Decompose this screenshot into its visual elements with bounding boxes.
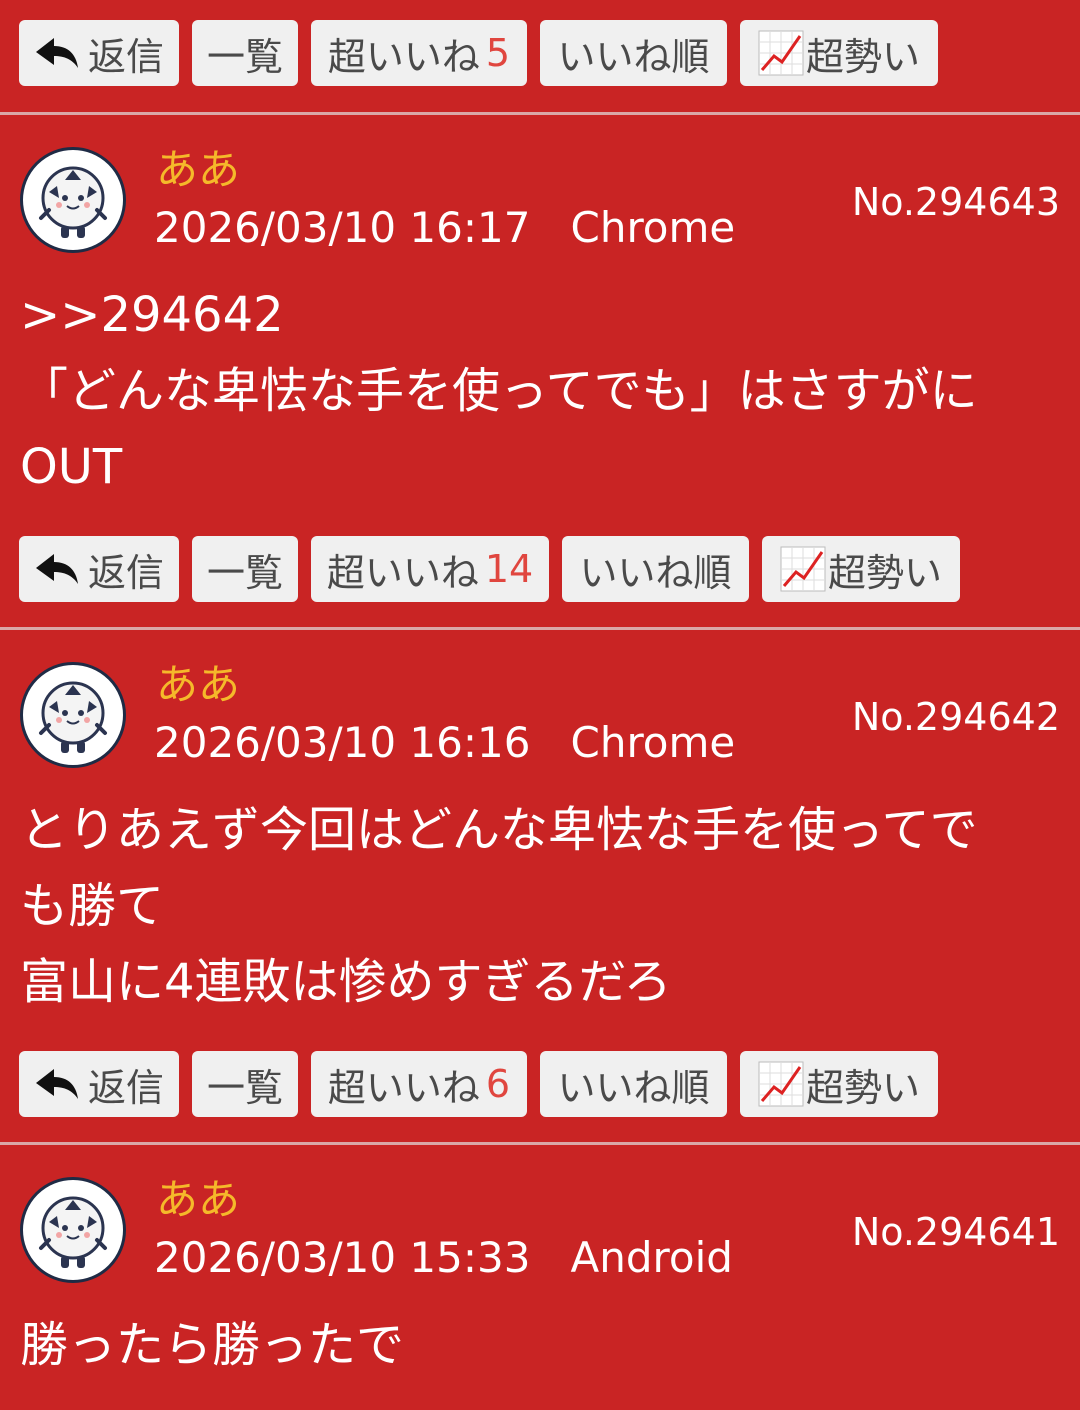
- super-like-button[interactable]: 超いいね 6: [311, 1051, 527, 1117]
- soccer-ball-mascot-icon: [39, 681, 107, 753]
- post-header: ああ 2026/03/10 16:16 Chrome No.294642: [0, 630, 1080, 770]
- post-actions: 返信 一覧 超いいね 14 いいね順 超勢い: [0, 535, 1080, 603]
- post-meta: 2026/03/10 15:33 Android: [154, 1233, 733, 1282]
- super-like-count: 5: [485, 31, 511, 75]
- reply-label: 返信: [87, 1065, 164, 1110]
- list-label: 一覧: [206, 550, 283, 595]
- reply-arrow-icon: [35, 1069, 78, 1099]
- body-line: 「どんな卑怯な手を使ってでも」はさすがに: [20, 363, 978, 419]
- post-number[interactable]: No.294641: [852, 1209, 1060, 1255]
- avatar[interactable]: [20, 1177, 126, 1283]
- post-actions: 返信 一覧 超いいね 6 いいね順 超勢い: [0, 1050, 1080, 1118]
- trend-chart-icon: [758, 30, 804, 76]
- body-line: 富山に4連敗は惨めすぎるだろ: [20, 954, 672, 1010]
- super-like-label: 超いいね: [327, 34, 480, 79]
- super-trend-label: 超勢い: [805, 1065, 920, 1110]
- post-header: ああ 2026/03/10 15:33 Android No.294641: [0, 1145, 1080, 1285]
- list-label: 一覧: [206, 34, 283, 79]
- reply-button[interactable]: 返信: [19, 20, 179, 86]
- list-label: 一覧: [206, 1065, 283, 1110]
- like-order-button[interactable]: いいね順: [562, 536, 749, 602]
- super-trend-button[interactable]: 超勢い: [762, 536, 960, 602]
- reply-button[interactable]: 返信: [19, 536, 179, 602]
- body-line: も勝て: [20, 878, 165, 934]
- post-actions-top: 返信 一覧 超いいね 5 いいね順 超勢い: [0, 19, 1080, 87]
- like-order-label: いいね順: [557, 1065, 710, 1110]
- body-line[interactable]: >>294642: [20, 277, 1060, 353]
- super-trend-button[interactable]: 超勢い: [740, 1051, 938, 1117]
- thread-page: 返信 一覧 超いいね 5 いいね順 超勢い ああ 2026/03/10 16:17…: [0, 0, 1080, 1410]
- author-name: ああ: [156, 145, 241, 194]
- post-body: >>294642 「どんな卑怯な手を使ってでも」はさすがに OUT: [0, 277, 1080, 505]
- post-meta: 2026/03/10 16:17 Chrome: [154, 203, 736, 252]
- soccer-ball-mascot-icon: [39, 166, 107, 238]
- post-294643: ああ 2026/03/10 16:17 Chrome No.294643 >>2…: [0, 115, 1080, 603]
- list-button[interactable]: 一覧: [192, 536, 298, 602]
- soccer-ball-mascot-icon: [39, 1196, 107, 1268]
- super-trend-label: 超勢い: [805, 34, 920, 79]
- super-like-label: 超いいね: [327, 1065, 480, 1110]
- post-294642: ああ 2026/03/10 16:16 Chrome No.294642 とりあ…: [0, 630, 1080, 1118]
- author-name: ああ: [156, 1175, 241, 1224]
- post-body: 勝ったら勝ったで: [0, 1307, 1080, 1383]
- trend-chart-icon: [758, 1061, 804, 1107]
- body-line: OUT: [20, 439, 123, 495]
- super-like-button[interactable]: 超いいね 14: [311, 536, 549, 602]
- reply-label: 返信: [87, 34, 164, 79]
- like-order-button[interactable]: いいね順: [540, 20, 727, 86]
- list-button[interactable]: 一覧: [192, 20, 298, 86]
- body-line: 勝ったら勝ったで: [20, 1317, 405, 1373]
- super-like-button[interactable]: 超いいね 5: [311, 20, 527, 86]
- like-order-label: いいね順: [579, 550, 732, 595]
- super-like-count: 6: [485, 1062, 511, 1106]
- post-header: ああ 2026/03/10 16:17 Chrome No.294643: [0, 115, 1080, 255]
- like-order-button[interactable]: いいね順: [540, 1051, 727, 1117]
- body-line: とりあえず今回はどんな卑怯な手を使ってで: [20, 802, 978, 858]
- post-body: とりあえず今回はどんな卑怯な手を使ってで も勝て 富山に4連敗は惨めすぎるだろ: [0, 792, 1080, 1020]
- avatar[interactable]: [20, 662, 126, 768]
- list-button[interactable]: 一覧: [192, 1051, 298, 1117]
- post-number[interactable]: No.294642: [852, 694, 1060, 740]
- author-name: ああ: [156, 660, 241, 709]
- like-order-label: いいね順: [557, 34, 710, 79]
- post-meta: 2026/03/10 16:16 Chrome: [154, 718, 736, 767]
- super-trend-button[interactable]: 超勢い: [740, 20, 938, 86]
- reply-label: 返信: [87, 550, 164, 595]
- post-number[interactable]: No.294643: [852, 179, 1060, 225]
- trend-chart-icon: [780, 546, 826, 592]
- reply-button[interactable]: 返信: [19, 1051, 179, 1117]
- super-like-label: 超いいね: [326, 550, 479, 595]
- super-like-count: 14: [484, 547, 534, 591]
- reply-arrow-icon: [35, 554, 78, 584]
- super-trend-label: 超勢い: [827, 550, 942, 595]
- avatar[interactable]: [20, 147, 126, 253]
- reply-arrow-icon: [35, 38, 78, 68]
- post-294641: ああ 2026/03/10 15:33 Android No.294641 勝っ…: [0, 1145, 1080, 1383]
